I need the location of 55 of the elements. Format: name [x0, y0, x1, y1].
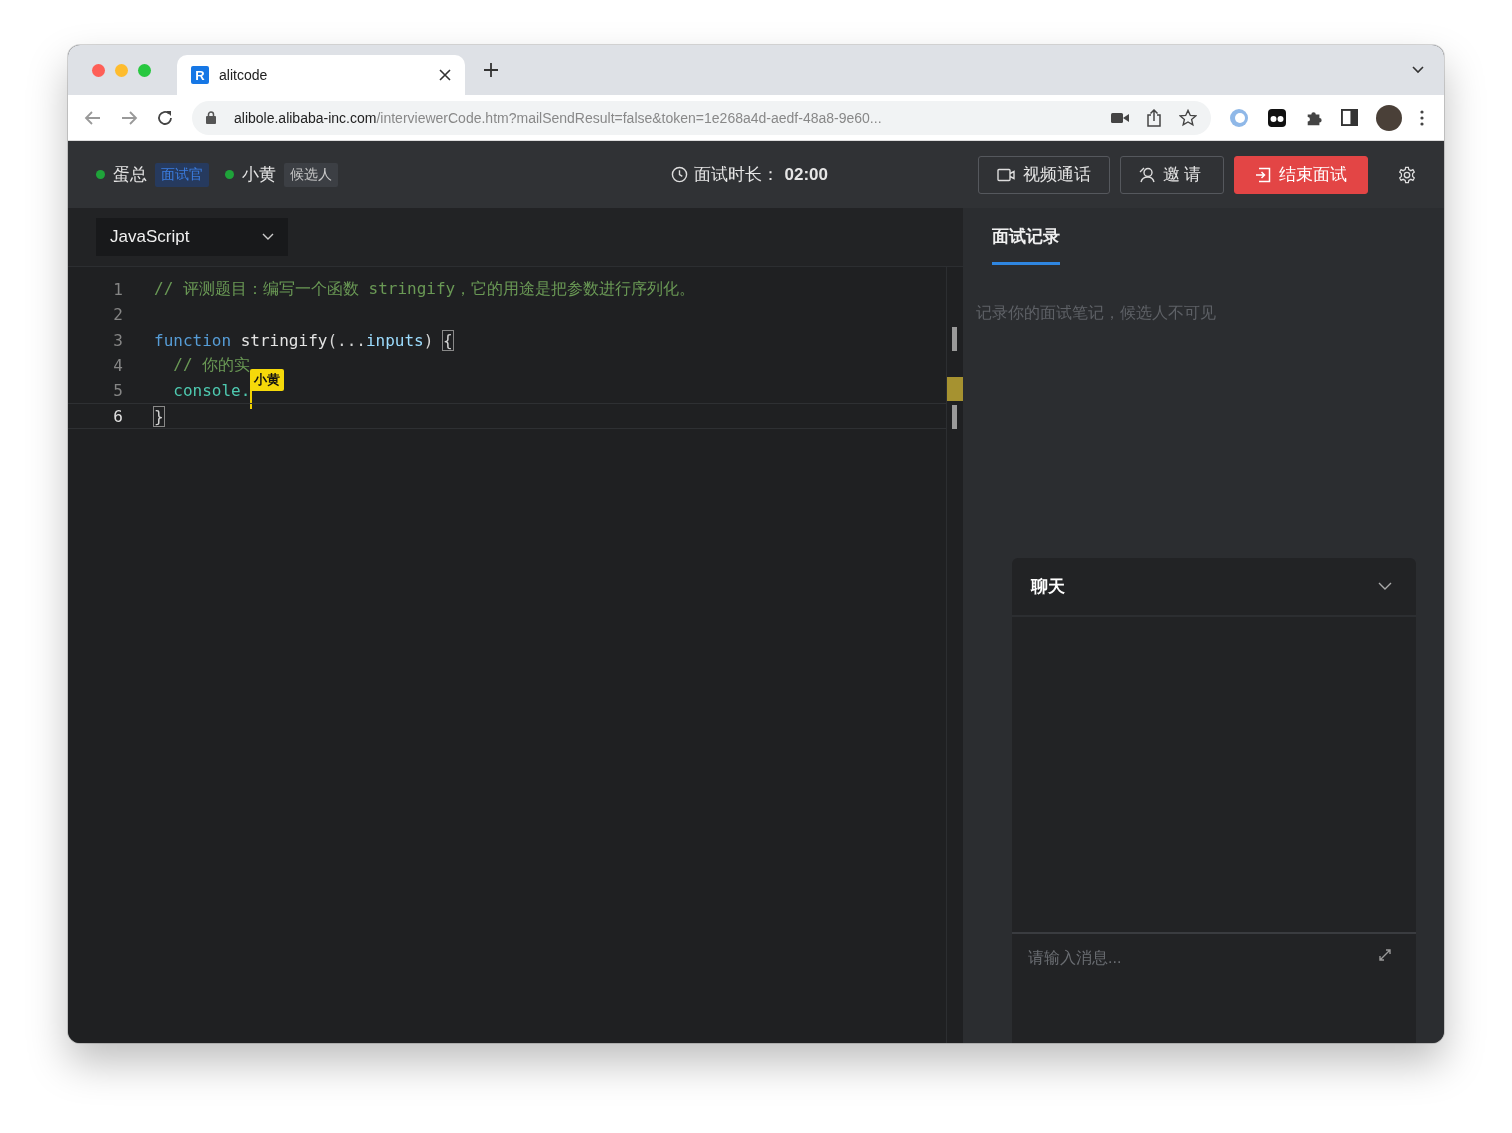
- code-line: function stringify(...inputs) {: [154, 330, 453, 350]
- close-icon[interactable]: [439, 69, 451, 81]
- expand-icon[interactable]: [1378, 948, 1392, 962]
- chevron-down-icon: [262, 233, 274, 241]
- reload-icon[interactable]: [156, 108, 174, 127]
- code-line: console.: [172, 381, 251, 401]
- code-line: // 评测题目：编写一个函数 stringify，它的用途是把参数进行序列化。: [154, 279, 696, 301]
- scrollbar-marker: [947, 377, 963, 401]
- message-field[interactable]: 请输入消息...: [1026, 948, 1378, 968]
- code-line: }: [154, 406, 164, 426]
- browser-tab[interactable]: R alitcode: [177, 55, 465, 95]
- role-badge: 面试官: [155, 162, 209, 187]
- video-call-button[interactable]: 视频通话: [978, 155, 1110, 194]
- language-select[interactable]: JavaScript: [96, 218, 288, 256]
- exit-icon: [1255, 166, 1271, 183]
- clock-icon: [670, 166, 688, 183]
- notes-tab[interactable]: 面试记录: [992, 225, 1060, 265]
- line-number: 3: [112, 330, 123, 350]
- favicon: R: [191, 66, 209, 84]
- star-icon[interactable]: [1179, 108, 1197, 127]
- participant-name: 蛋总: [113, 164, 147, 186]
- new-tab-icon[interactable]: [483, 62, 499, 78]
- lock-icon: [206, 111, 216, 124]
- scrollbar-marker: [952, 405, 957, 429]
- line-number: 4: [112, 356, 123, 376]
- chat-title: 聊天: [1031, 576, 1065, 598]
- side-panel-icon[interactable]: [1341, 109, 1358, 126]
- video-camera-icon: [997, 167, 1015, 182]
- line-number: 6: [112, 406, 123, 426]
- forward-icon[interactable]: [120, 108, 138, 127]
- scrollbar-marker: [952, 327, 957, 351]
- address-bar[interactable]: alibole.alibaba-inc.com/interviewerCode.htm?mailSendResult=false&token=1e268a4d-aedf-48a8-9e60...: [192, 100, 1211, 135]
- extension-icon[interactable]: [1267, 107, 1287, 128]
- timer-value: 02:00: [784, 164, 828, 185]
- code-line: // 你的实: [172, 355, 251, 377]
- url-text: alibole.alibaba-inc.com/interviewerCode.htm?mailSendResult=false&token=1e268a4d-aedf-48a8-9e60...: [234, 109, 883, 126]
- participant-name: 小黄: [242, 164, 276, 186]
- person-icon: [1139, 166, 1155, 183]
- invite-button[interactable]: 邀请: [1120, 155, 1224, 194]
- profile-avatar[interactable]: [1376, 104, 1402, 131]
- cursor-name-label: 小黄: [250, 368, 285, 391]
- more-icon[interactable]: [1420, 109, 1424, 126]
- chevron-down-icon[interactable]: [1378, 582, 1392, 591]
- back-icon[interactable]: [84, 108, 102, 127]
- timer-label: 面试时长：: [693, 164, 779, 186]
- role-badge: 候选人: [284, 162, 338, 187]
- end-interview-button[interactable]: 结束面试: [1234, 155, 1368, 194]
- tab-title: alitcode: [219, 67, 269, 83]
- line-number: 1: [112, 280, 123, 300]
- chevron-down-icon[interactable]: [1412, 66, 1424, 74]
- line-number: 5: [112, 381, 123, 401]
- camera-icon[interactable]: [1111, 111, 1129, 124]
- settings-icon[interactable]: [1398, 165, 1416, 184]
- line-number: 2: [112, 305, 123, 325]
- share-icon[interactable]: [1147, 108, 1161, 127]
